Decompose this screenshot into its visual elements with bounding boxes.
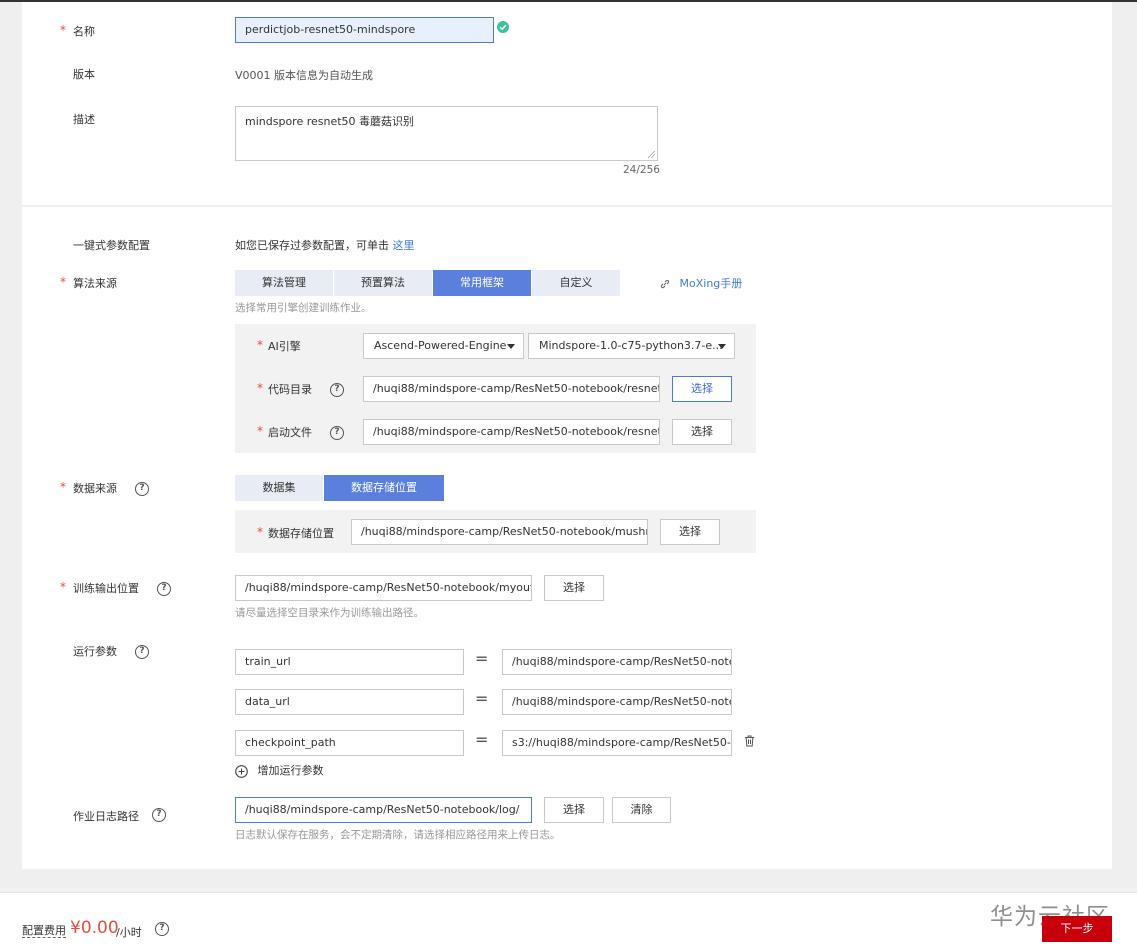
framework-config-box: * AI引擎 Ascend-Powered-Engine Mindspore-1… xyxy=(235,324,756,453)
algo-source-label: 算法来源 xyxy=(73,277,117,290)
help-icon[interactable]: ? xyxy=(157,582,171,596)
param-key-input[interactable]: data_url xyxy=(235,689,464,715)
price-value: ¥0.00 xyxy=(70,918,119,938)
equals-sign: = xyxy=(475,730,489,749)
basic-info-panel: * 名称 perdictjob-resnet50-mindspore 版本 V0… xyxy=(22,2,1112,205)
check-valid-icon xyxy=(497,21,509,33)
add-run-param-button[interactable]: 增加运行参数 xyxy=(235,762,324,778)
footer-bar: 配置费用 ¥0.00 /小时 ? 华为云社区 下一步 xyxy=(0,892,1137,952)
ai-engine-select[interactable]: Ascend-Powered-Engine xyxy=(363,333,524,359)
log-path-input[interactable]: /huqi88/mindspore-camp/ResNet50-notebook… xyxy=(235,797,532,823)
description-char-count: 24/256 xyxy=(623,164,660,176)
required-mark: * xyxy=(257,525,263,539)
description-label: 描述 xyxy=(73,113,95,126)
ai-engine-label: AI引擎 xyxy=(268,340,301,353)
param-value-input[interactable]: /huqi88/mindspore-camp/ResNet50-notebo xyxy=(502,689,732,715)
algo-source-hint: 选择常用引擎创建训练作业。 xyxy=(235,302,372,314)
algo-source-tabs: 算法管理 预置算法 常用框架 自定义 xyxy=(235,270,621,296)
resize-handle[interactable] xyxy=(648,151,655,158)
moxing-manual-link[interactable]: MoXing手册 xyxy=(660,275,742,291)
description-textarea[interactable]: mindspore resnet50 毒蘑菇识别 xyxy=(235,106,658,161)
output-hint: 请尽量选择空目录来作为训练输出路径。 xyxy=(235,607,424,619)
version-value: V0001 版本信息为自动生成 xyxy=(235,69,374,82)
data-storage-input[interactable]: /huqi88/mindspore-camp/ResNet50-notebook… xyxy=(351,519,648,545)
required-mark: * xyxy=(257,381,263,395)
required-mark: * xyxy=(60,480,66,494)
log-path-hint: 日志默认保存在服务，会不定期清除，请选择相应路径用来上传日志。 xyxy=(235,829,561,841)
required-mark: * xyxy=(60,23,66,37)
log-path-label: 作业日志路径 xyxy=(73,810,139,823)
equals-sign: = xyxy=(475,649,489,668)
run-params-label: 运行参数 xyxy=(73,645,117,658)
param-value-input[interactable]: s3://huqi88/mindspore-camp/ResNet50-no xyxy=(502,730,732,756)
output-select-button[interactable]: 选择 xyxy=(544,575,604,601)
oneclick-here-link[interactable]: 这里 xyxy=(393,239,415,252)
tab-data-storage[interactable]: 数据存储位置 xyxy=(324,475,444,501)
moxing-manual-text: MoXing手册 xyxy=(679,277,743,290)
fee-label[interactable]: 配置费用 xyxy=(22,924,66,938)
log-path-select-button[interactable]: 选择 xyxy=(544,797,604,823)
log-path-clear-button[interactable]: 清除 xyxy=(612,797,671,823)
help-icon[interactable]: ? xyxy=(135,482,149,496)
config-panel: 一键式参数配置 如您已保存过参数配置，可单击 这里 * 算法来源 算法管理 预置… xyxy=(22,207,1112,869)
ai-engine-value: Ascend-Powered-Engine xyxy=(374,339,507,352)
chevron-down-icon xyxy=(718,344,726,349)
boot-file-input[interactable]: /huqi88/mindspore-camp/ResNet50-notebook… xyxy=(363,419,660,445)
chevron-down-icon xyxy=(507,344,515,349)
help-icon[interactable]: ? xyxy=(135,645,149,659)
add-run-param-label: 增加运行参数 xyxy=(257,764,324,777)
required-mark: * xyxy=(257,424,263,438)
code-dir-select-button[interactable]: 选择 xyxy=(672,376,732,402)
param-value-input[interactable]: /huqi88/mindspore-camp/ResNet50-notebo xyxy=(502,649,732,675)
data-storage-label: 数据存储位置 xyxy=(268,527,334,540)
required-mark: * xyxy=(60,580,66,594)
help-icon[interactable]: ? xyxy=(330,426,344,440)
oneclick-label: 一键式参数配置 xyxy=(73,239,150,252)
data-storage-select-button[interactable]: 选择 xyxy=(660,519,720,545)
plus-circle-icon xyxy=(235,764,248,778)
data-storage-box: * 数据存储位置 /huqi88/mindspore-camp/ResNet50… xyxy=(235,510,756,553)
code-dir-label: 代码目录 xyxy=(268,383,312,396)
code-dir-input[interactable]: /huqi88/mindspore-camp/ResNet50-notebook… xyxy=(363,376,660,402)
tab-preset-algo[interactable]: 预置算法 xyxy=(334,270,432,296)
output-input[interactable]: /huqi88/mindspore-camp/ResNet50-notebook… xyxy=(235,575,532,601)
link-icon xyxy=(660,279,670,289)
param-key-input[interactable]: checkpoint_path xyxy=(235,730,464,756)
param-key-input[interactable]: train_url xyxy=(235,649,464,675)
description-text: mindspore resnet50 毒蘑菇识别 xyxy=(245,115,415,128)
next-step-button[interactable]: 下一步 xyxy=(1042,916,1112,942)
help-icon[interactable]: ? xyxy=(330,383,344,397)
boot-file-select-button[interactable]: 选择 xyxy=(672,419,732,445)
oneclick-text-body: 如您已保存过参数配置，可单击 xyxy=(235,239,389,252)
oneclick-text: 如您已保存过参数配置，可单击 这里 xyxy=(235,237,415,253)
required-mark: * xyxy=(257,338,263,352)
name-input[interactable]: perdictjob-resnet50-mindspore xyxy=(235,17,494,43)
tab-custom[interactable]: 自定义 xyxy=(532,270,620,296)
engine-version-value: Mindspore-1.0-c75-python3.7-e... xyxy=(539,339,723,352)
tab-common-framework[interactable]: 常用框架 xyxy=(433,270,531,296)
engine-version-select[interactable]: Mindspore-1.0-c75-python3.7-e... xyxy=(528,333,735,359)
name-label: 名称 xyxy=(73,25,95,38)
help-icon[interactable]: ? xyxy=(155,922,169,936)
output-label: 训练输出位置 xyxy=(73,582,139,595)
version-label: 版本 xyxy=(73,68,95,81)
boot-file-label: 启动文件 xyxy=(268,426,312,439)
help-icon[interactable]: ? xyxy=(152,808,166,822)
tab-dataset[interactable]: 数据集 xyxy=(235,475,323,501)
data-source-label: 数据来源 xyxy=(73,482,117,495)
price-unit: /小时 xyxy=(116,926,142,939)
required-mark: * xyxy=(60,275,66,289)
trash-icon[interactable] xyxy=(744,735,755,747)
tab-algo-management[interactable]: 算法管理 xyxy=(235,270,333,296)
equals-sign: = xyxy=(475,689,489,708)
data-source-tabs: 数据集 数据存储位置 xyxy=(235,475,444,501)
